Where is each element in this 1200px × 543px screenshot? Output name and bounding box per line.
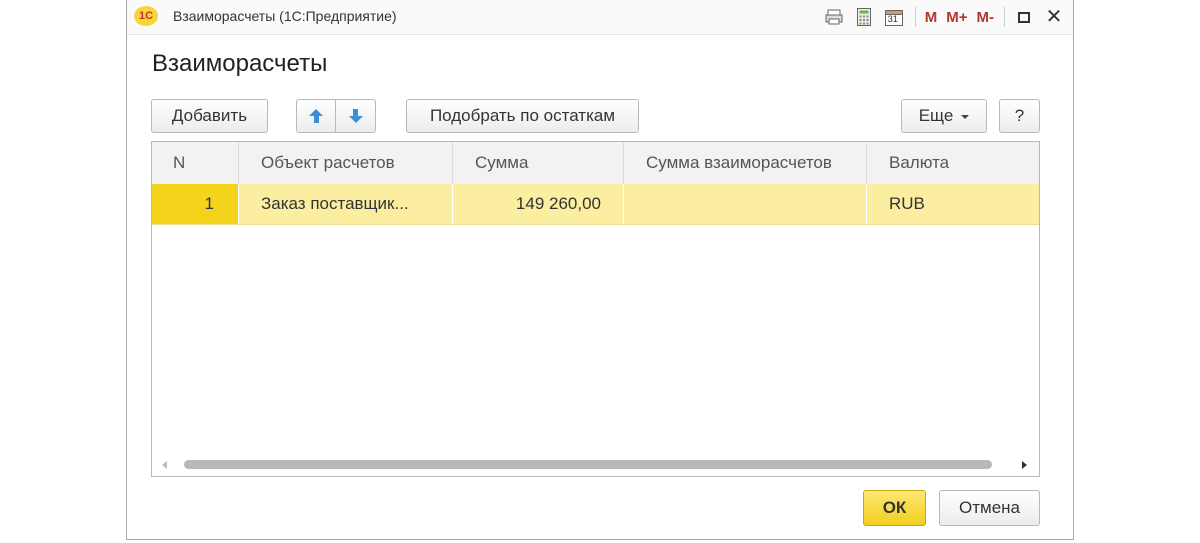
table-header: N Объект расчетов Сумма Сумма взаиморасч… <box>152 142 1039 185</box>
memory-button[interactable]: M <box>925 6 938 28</box>
column-header-mutual-sum[interactable]: Сумма взаиморасчетов <box>624 142 867 184</box>
pick-by-balance-button[interactable]: Подобрать по остаткам <box>406 99 639 133</box>
arrow-down-icon <box>348 109 363 123</box>
move-up-button[interactable] <box>296 99 336 133</box>
title-bar-controls: 31 M M+ M- ✕ <box>815 5 1065 29</box>
memory-plus-button[interactable]: M+ <box>946 6 967 28</box>
cancel-button[interactable]: Отмена <box>939 490 1040 526</box>
ok-button[interactable]: ОК <box>863 490 926 526</box>
calendar-day: 31 <box>887 14 898 24</box>
scroll-right-icon[interactable] <box>1022 461 1027 469</box>
column-header-object[interactable]: Объект расчетов <box>239 142 453 184</box>
cell-currency[interactable]: RUB <box>867 184 1039 224</box>
dialog-window: 1С Взаиморасчеты (1С:Предприятие) 31 M M… <box>126 0 1074 540</box>
app-logo-icon: 1С <box>134 6 158 26</box>
add-button[interactable]: Добавить <box>151 99 268 133</box>
calendar-icon[interactable]: 31 <box>883 6 905 28</box>
print-icon[interactable] <box>823 6 845 28</box>
title-bar: 1С Взаиморасчеты (1С:Предприятие) 31 M M… <box>127 0 1073 35</box>
column-header-n[interactable]: N <box>152 142 239 184</box>
arrow-up-icon <box>309 109 323 123</box>
separator <box>914 7 916 27</box>
memory-minus-button[interactable]: M- <box>977 6 995 28</box>
cell-mutual-sum[interactable] <box>624 184 867 224</box>
calculator-icon[interactable] <box>853 6 875 28</box>
maximize-icon <box>1018 11 1030 23</box>
more-button-label: Еще <box>918 106 954 125</box>
column-header-currency[interactable]: Валюта <box>867 142 1039 184</box>
cell-sum[interactable]: 149 260,00 <box>453 184 624 224</box>
maximize-button[interactable] <box>1013 6 1035 28</box>
settlements-table[interactable]: N Объект расчетов Сумма Сумма взаиморасч… <box>151 141 1040 477</box>
help-button[interactable]: ? <box>999 99 1040 133</box>
more-button[interactable]: Еще <box>901 99 987 133</box>
separator <box>1004 7 1005 27</box>
close-button[interactable]: ✕ <box>1043 6 1065 28</box>
scrollbar-thumb[interactable] <box>184 460 992 469</box>
table-row[interactable]: 1 Заказ поставщик... 149 260,00 RUB <box>152 184 1039 225</box>
page-title: Взаиморасчеты <box>152 50 328 77</box>
scroll-left-icon[interactable] <box>162 461 167 469</box>
chevron-down-icon <box>961 115 970 119</box>
window-title: Взаиморасчеты (1С:Предприятие) <box>173 8 397 24</box>
column-header-sum[interactable]: Сумма <box>453 142 624 184</box>
horizontal-scrollbar[interactable] <box>152 456 1039 476</box>
cell-object[interactable]: Заказ поставщик... <box>239 184 453 224</box>
cell-n[interactable]: 1 <box>152 184 239 224</box>
move-down-button[interactable] <box>335 99 376 133</box>
